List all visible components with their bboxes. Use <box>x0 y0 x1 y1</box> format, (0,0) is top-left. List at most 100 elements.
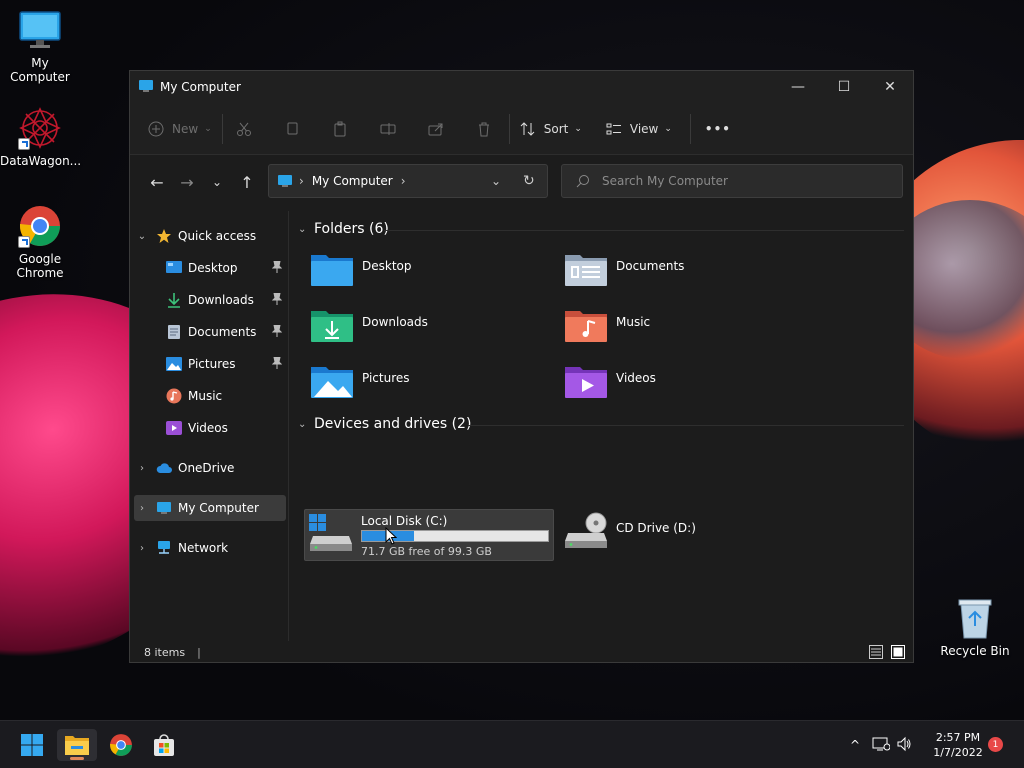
maximize-button[interactable]: ☐ <box>821 71 867 103</box>
share-icon[interactable] <box>425 118 447 140</box>
pin-icon[interactable] <box>271 260 283 276</box>
navigation-pane: ⌄ Quick access Desktop Downloads Documen… <box>130 211 288 641</box>
monitor-icon <box>156 500 172 516</box>
sidebar-item-network[interactable]: › Network <box>134 535 286 561</box>
taskbar-store[interactable] <box>144 729 184 761</box>
pin-icon[interactable] <box>271 356 283 372</box>
chevron-right-icon[interactable]: › <box>134 543 150 554</box>
desktop-icon-label: Google Chrome <box>16 252 64 280</box>
sort-label: Sort <box>543 121 569 136</box>
show-hidden-icons-chevron-icon[interactable]: ^ <box>846 738 864 752</box>
chevron-right-icon[interactable]: › <box>134 463 150 474</box>
mouse-cursor-icon <box>385 526 398 548</box>
start-button[interactable] <box>12 729 52 761</box>
chevron-down-icon: ⌄ <box>298 418 307 430</box>
pin-icon[interactable] <box>271 324 283 340</box>
star-icon <box>156 228 172 244</box>
file-explorer-window: My Computer — ☐ ✕ New ⌄ Sort ⌄ View ⌄ ••… <box>129 70 914 663</box>
drive-tile-cd-drive[interactable]: CD Drive (D:) <box>564 511 814 561</box>
volume-icon[interactable] <box>896 736 912 755</box>
chevron-down-icon: ⌄ <box>574 123 582 134</box>
breadcrumb-my-computer[interactable]: My Computer <box>312 174 393 188</box>
hard-drive-icon <box>309 514 353 555</box>
search-input[interactable]: Search My Computer <box>561 164 903 198</box>
datawagon-logo-icon <box>18 106 62 150</box>
minimize-button[interactable]: — <box>775 71 821 103</box>
status-bar: 8 items | <box>130 641 913 663</box>
sidebar-item-label: Videos <box>188 421 228 435</box>
close-button[interactable]: ✕ <box>867 71 913 103</box>
address-bar[interactable]: › My Computer › ⌄ ↻ <box>268 164 548 198</box>
sidebar-item-label: Documents <box>188 325 257 339</box>
breadcrumb-chevron-icon[interactable]: › <box>401 174 406 188</box>
monitor-icon <box>138 78 154 97</box>
folder-tile-documents[interactable]: Documents <box>564 251 814 301</box>
folder-label: Music <box>616 315 651 329</box>
network-status-icon[interactable] <box>872 736 891 755</box>
new-button[interactable]: New ⌄ <box>148 113 212 145</box>
command-bar: New ⌄ Sort ⌄ View ⌄ ••• <box>130 103 913 155</box>
pane-divider[interactable] <box>288 211 289 641</box>
sidebar-item-desktop[interactable]: Desktop <box>160 255 286 281</box>
desktop-icon-google-chrome[interactable]: Google Chrome <box>0 204 80 280</box>
notification-badge[interactable]: 1 <box>988 737 1003 752</box>
videos-folder-icon <box>564 363 608 403</box>
folder-tile-videos[interactable]: Videos <box>564 363 814 413</box>
refresh-icon[interactable]: ↻ <box>523 173 535 189</box>
folder-tile-music[interactable]: Music <box>564 307 814 357</box>
breadcrumb-chevron-icon: › <box>299 174 304 188</box>
folder-label: Desktop <box>362 259 412 273</box>
search-placeholder: Search My Computer <box>602 174 728 188</box>
desktop-icon-label: Recycle Bin <box>940 644 1010 658</box>
clock-date: 1/7/2022 <box>933 746 983 759</box>
taskbar-clock[interactable]: 2:57 PM 1/7/2022 <box>924 730 992 760</box>
sidebar-item-my-computer[interactable]: › My Computer <box>134 495 286 521</box>
up-arrow-icon[interactable]: ↑ <box>232 167 262 197</box>
address-history-chevron-icon[interactable]: ⌄ <box>491 174 501 188</box>
rename-icon[interactable] <box>377 118 399 140</box>
sidebar-item-label: Desktop <box>188 261 238 275</box>
desktop-icon-my-computer[interactable]: My Computer <box>0 8 80 84</box>
tiles-view-icon[interactable] <box>891 645 905 662</box>
more-options-button[interactable]: ••• <box>705 113 731 145</box>
devices-heading: Devices and drives (2) <box>314 416 472 432</box>
sidebar-item-label: My Computer <box>178 501 259 515</box>
devices-group-header[interactable]: ⌄ Devices and drives (2) <box>298 416 471 432</box>
cut-icon[interactable] <box>233 118 255 140</box>
sidebar-item-music[interactable]: Music <box>160 383 286 409</box>
copy-icon[interactable] <box>281 118 303 140</box>
sidebar-item-quick-access[interactable]: ⌄ Quick access <box>134 223 286 249</box>
sidebar-item-downloads[interactable]: Downloads <box>160 287 286 313</box>
drive-tile-local-disk[interactable]: Local Disk (C:) 71.7 GB free of 99.3 GB <box>304 509 554 561</box>
folders-group-header[interactable]: ⌄ Folders (6) <box>298 221 389 237</box>
sort-button[interactable]: Sort ⌄ <box>520 113 582 145</box>
taskbar-file-explorer[interactable] <box>57 729 97 761</box>
recent-locations-chevron-icon[interactable]: ⌄ <box>202 167 232 197</box>
delete-icon[interactable] <box>473 118 495 140</box>
new-label: New <box>172 121 199 136</box>
sort-icon <box>520 121 535 136</box>
chevron-right-icon[interactable]: › <box>134 503 150 514</box>
sidebar-item-pictures[interactable]: Pictures <box>160 351 286 377</box>
chevron-down-icon[interactable]: ⌄ <box>134 231 150 242</box>
paste-icon[interactable] <box>329 118 351 140</box>
forward-arrow-icon[interactable]: → <box>172 167 202 197</box>
chevron-down-icon: ⌄ <box>664 123 672 134</box>
sidebar-item-videos[interactable]: Videos <box>160 415 286 441</box>
desktop-icon-datawagon[interactable]: DataWagon... <box>0 106 81 168</box>
title-bar[interactable]: My Computer — ☐ ✕ <box>130 71 913 103</box>
sidebar-item-documents[interactable]: Documents <box>160 319 286 345</box>
desktop-icon-recycle-bin[interactable]: Recycle Bin <box>935 596 1015 658</box>
folder-tile-downloads[interactable]: Downloads <box>310 307 560 357</box>
view-label: View <box>629 121 659 136</box>
folder-label: Videos <box>616 371 656 385</box>
item-count: 8 items <box>144 645 186 659</box>
sidebar-item-onedrive[interactable]: › OneDrive <box>134 455 286 481</box>
folder-tile-pictures[interactable]: Pictures <box>310 363 560 413</box>
folder-tile-desktop[interactable]: Desktop <box>310 251 560 301</box>
back-arrow-icon[interactable]: ← <box>142 167 172 197</box>
details-view-icon[interactable] <box>869 645 883 662</box>
pin-icon[interactable] <box>271 292 283 308</box>
taskbar-chrome[interactable] <box>101 729 141 761</box>
view-button[interactable]: View ⌄ <box>606 113 672 145</box>
